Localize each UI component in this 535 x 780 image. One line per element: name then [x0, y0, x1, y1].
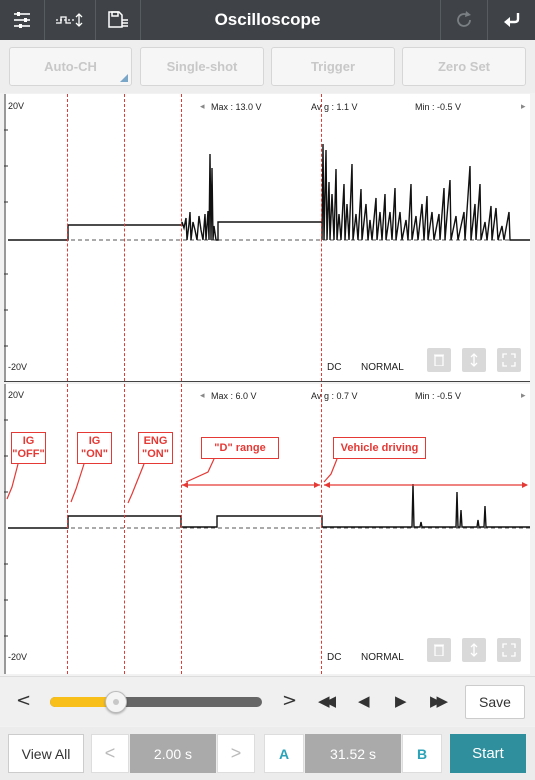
ch1-right-arrow-icon[interactable]: ▸ [521, 101, 526, 112]
ch2-coupling: DC [327, 652, 342, 663]
trigger-label: Trigger [310, 59, 356, 74]
zero-set-button[interactable]: Zero Set [402, 47, 526, 86]
annotation-ig-off-line2: "OFF" [12, 448, 45, 460]
cursor-line-d-range-ch2 [181, 384, 182, 674]
ch2-avg-prefix: Av [311, 391, 322, 401]
ch2-vertical-move-icon[interactable] [462, 638, 486, 662]
scroll-right-button[interactable]: > [282, 690, 297, 711]
ch1-vertical-move-icon[interactable] [462, 348, 486, 372]
start-button[interactable]: Start [450, 734, 526, 773]
ch2-scale-top: 20V [8, 390, 25, 400]
time-div-increase-button[interactable]: > [217, 734, 255, 773]
ch1-scale-top: 20V [8, 101, 25, 111]
header-bar: Oscilloscope [0, 0, 535, 40]
ch1-avg: g : 1.1 V [324, 102, 358, 112]
refresh-icon[interactable] [441, 0, 487, 40]
cursor-line-eng-on [124, 94, 125, 381]
oscilloscope-app: Oscilloscope Auto-CH Single-shot Trigger… [0, 0, 535, 780]
annotation-ig-on-line2: "ON" [81, 448, 108, 460]
ch1-delete-icon[interactable] [427, 348, 451, 372]
ch2-avg: g : 0.7 V [324, 391, 358, 401]
ch2-mode: NORMAL [361, 652, 404, 663]
ch2-min: Min : -0.5 V [415, 391, 462, 401]
back-arrow-icon[interactable] [488, 0, 535, 40]
save-file-icon[interactable] [96, 0, 140, 40]
ch1-min: Min : -0.5 V [415, 102, 462, 112]
timeline-slider-thumb[interactable] [104, 691, 127, 713]
channel1-scope-panel[interactable]: 20V -20V ◂ Max : 13.0 V Av g : 1.1 V Min… [4, 94, 530, 382]
sliders-icon[interactable] [0, 0, 44, 40]
zero-set-label: Zero Set [437, 59, 490, 74]
bottom-toolbar: View All < 2.00 s > A 31.52 s B Start [0, 727, 535, 780]
ch1-mode: NORMAL [361, 362, 404, 373]
ch1-left-arrow-icon[interactable]: ◂ [200, 101, 205, 112]
ch2-expand-icon[interactable] [497, 638, 521, 662]
annotation-eng-on-line1: ENG [143, 435, 168, 447]
ch1-expand-icon[interactable] [497, 348, 521, 372]
time-div-decrease-button[interactable]: < [91, 734, 129, 773]
auto-ch-button[interactable]: Auto-CH [9, 47, 132, 86]
mode-toolbar: Auto-CH Single-shot Trigger Zero Set [0, 40, 535, 93]
cursor-time-value: 31.52 s [305, 734, 401, 773]
cursor-a-button[interactable]: A [264, 734, 304, 773]
cursor-line-driving [321, 94, 322, 381]
ch2-left-arrow-icon[interactable]: ◂ [200, 390, 205, 401]
ch1-coupling: DC [327, 362, 342, 373]
cursor-line-d-range [181, 94, 182, 381]
timeline-slider[interactable] [50, 691, 262, 713]
step-back-button[interactable]: ◀ [358, 692, 370, 710]
ch2-delete-icon[interactable] [427, 638, 451, 662]
time-div-value: 2.00 s [130, 734, 216, 773]
single-shot-button[interactable]: Single-shot [140, 47, 264, 86]
page-title: Oscilloscope [214, 10, 321, 29]
cursor-line-ig-on-ch2 [67, 384, 68, 674]
annotation-d-range: "D" range [201, 437, 279, 459]
annotation-eng-on: ENG "ON" [138, 432, 173, 464]
ch1-scale-bottom: -20V [8, 362, 28, 372]
ch1-avg-prefix: Av [311, 102, 322, 112]
cursor-line-driving-ch2 [321, 384, 322, 674]
ch2-max: Max : 6.0 V [211, 391, 257, 401]
ch2-scale-bottom: -20V [8, 652, 28, 662]
annotation-ig-on: IG "ON" [77, 432, 112, 464]
channel-switch-icon[interactable] [45, 0, 95, 40]
cursor-line-eng-on-ch2 [124, 384, 125, 674]
annotation-eng-on-line2: "ON" [142, 448, 169, 460]
cursor-b-button[interactable]: B [402, 734, 442, 773]
channel2-scope-panel[interactable]: 20V -20V ◂ Max : 6.0 V Av g : 0.7 V Min … [4, 384, 530, 674]
trigger-button[interactable]: Trigger [271, 47, 395, 86]
rewind-button[interactable]: ◀◀ [318, 692, 336, 710]
cursor-line-ig-on [67, 94, 68, 381]
play-button[interactable]: ▶ [395, 692, 407, 710]
channel2-waveform [4, 384, 530, 674]
annotation-vehicle-driving: Vehicle driving [333, 437, 426, 459]
single-shot-label: Single-shot [166, 59, 238, 74]
scroll-left-button[interactable]: < [16, 690, 31, 711]
channel1-waveform [4, 94, 530, 381]
view-all-button[interactable]: View All [8, 734, 84, 773]
playback-bar: < > ◀◀ ◀ ▶ ▶▶ Save [0, 676, 535, 726]
auto-ch-label: Auto-CH [44, 59, 97, 74]
ch2-right-arrow-icon[interactable]: ▸ [521, 390, 526, 401]
ch1-max: Max : 13.0 V [211, 102, 262, 112]
save-button[interactable]: Save [465, 685, 525, 719]
dropdown-corner-icon [120, 74, 128, 82]
annotation-ig-off: IG "OFF" [11, 432, 46, 464]
fast-forward-button[interactable]: ▶▶ [430, 692, 448, 710]
annotation-ig-off-line1: IG [22, 435, 35, 447]
annotation-ig-on-line1: IG [88, 435, 101, 447]
